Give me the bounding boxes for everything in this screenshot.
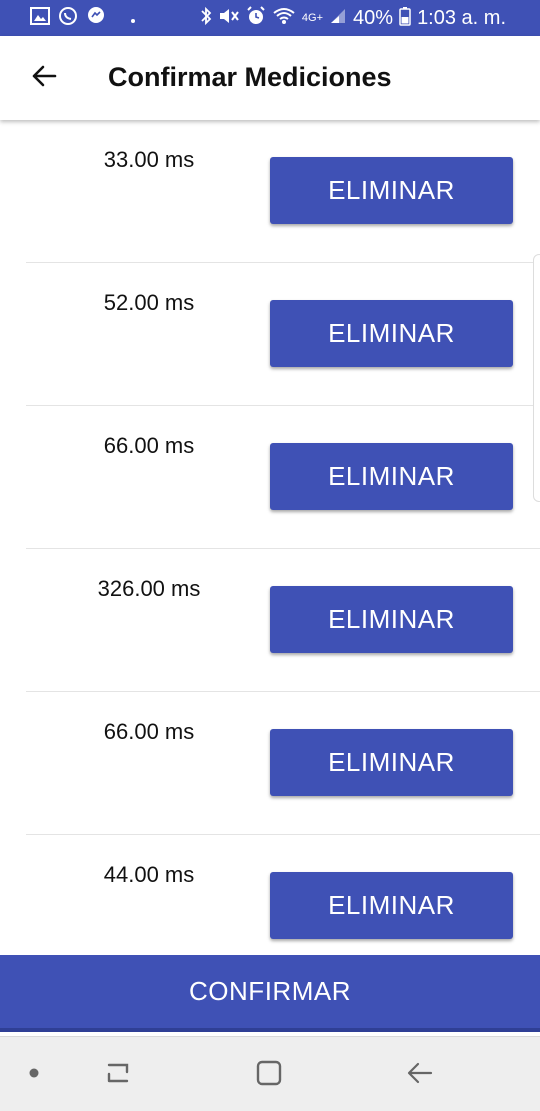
home-button[interactable] xyxy=(249,1055,289,1095)
network-label: 4G+ xyxy=(301,12,324,24)
gallery-icon xyxy=(30,6,50,30)
list-item: 44.00 ms ELIMINAR xyxy=(0,835,540,955)
measurement-value: 66.00 ms xyxy=(103,433,195,458)
status-time: 1:03 a. m. xyxy=(417,7,506,29)
signal-icon xyxy=(329,7,347,30)
app-bar: Confirmar Mediciones xyxy=(0,36,540,120)
delete-button[interactable]: ELIMINAR xyxy=(270,872,513,939)
list-item: 33.00 ms ELIMINAR xyxy=(0,120,540,263)
measurement-value: 33.00 ms xyxy=(103,147,195,172)
measurement-value: 66.00 ms xyxy=(103,719,195,744)
battery-icon xyxy=(399,6,411,31)
wifi-icon xyxy=(272,6,296,31)
back-button[interactable] xyxy=(24,58,64,98)
status-left-icons xyxy=(30,6,136,31)
nav-dot-button[interactable] xyxy=(14,1055,54,1095)
recents-icon xyxy=(103,1058,133,1093)
system-back-button[interactable] xyxy=(400,1055,440,1095)
status-right-icons: 4G+ 40% 1:03 a. m. xyxy=(200,5,506,31)
measurement-value: 52.00 ms xyxy=(103,290,195,315)
delete-button[interactable]: ELIMINAR xyxy=(270,157,513,224)
navigation-bar xyxy=(0,1036,540,1111)
recents-button[interactable] xyxy=(98,1055,138,1095)
list-item: 52.00 ms ELIMINAR xyxy=(0,263,540,406)
whatsapp-icon xyxy=(58,6,78,31)
list-item: 326.00 ms ELIMINAR xyxy=(0,549,540,692)
list-item: 66.00 ms ELIMINAR xyxy=(0,406,540,549)
dot-icon xyxy=(28,1066,40,1084)
status-bar: 4G+ 40% 1:03 a. m. xyxy=(0,0,540,36)
measurement-list[interactable]: 33.00 ms ELIMINAR 52.00 ms ELIMINAR 66.0… xyxy=(0,120,540,955)
scrollbar[interactable] xyxy=(533,254,540,502)
measurement-value: 44.00 ms xyxy=(103,862,195,887)
delete-button[interactable]: ELIMINAR xyxy=(270,729,513,796)
page-title: Confirmar Mediciones xyxy=(108,62,392,92)
mute-icon xyxy=(218,6,240,31)
home-icon xyxy=(254,1058,284,1093)
confirm-button[interactable]: CONFIRMAR xyxy=(0,955,540,1032)
delete-button[interactable]: ELIMINAR xyxy=(270,300,513,367)
bluetooth-icon xyxy=(200,6,212,31)
battery-percentage: 40% xyxy=(353,7,394,29)
arrow-left-icon xyxy=(31,64,57,93)
messenger-icon xyxy=(86,6,106,31)
alarm-icon xyxy=(246,5,266,31)
delete-button[interactable]: ELIMINAR xyxy=(270,443,513,510)
delete-button[interactable]: ELIMINAR xyxy=(270,586,513,653)
back-icon xyxy=(405,1058,435,1093)
measurement-value: 326.00 ms xyxy=(97,576,201,601)
dot-icon xyxy=(130,7,136,29)
list-item: 66.00 ms ELIMINAR xyxy=(0,692,540,835)
